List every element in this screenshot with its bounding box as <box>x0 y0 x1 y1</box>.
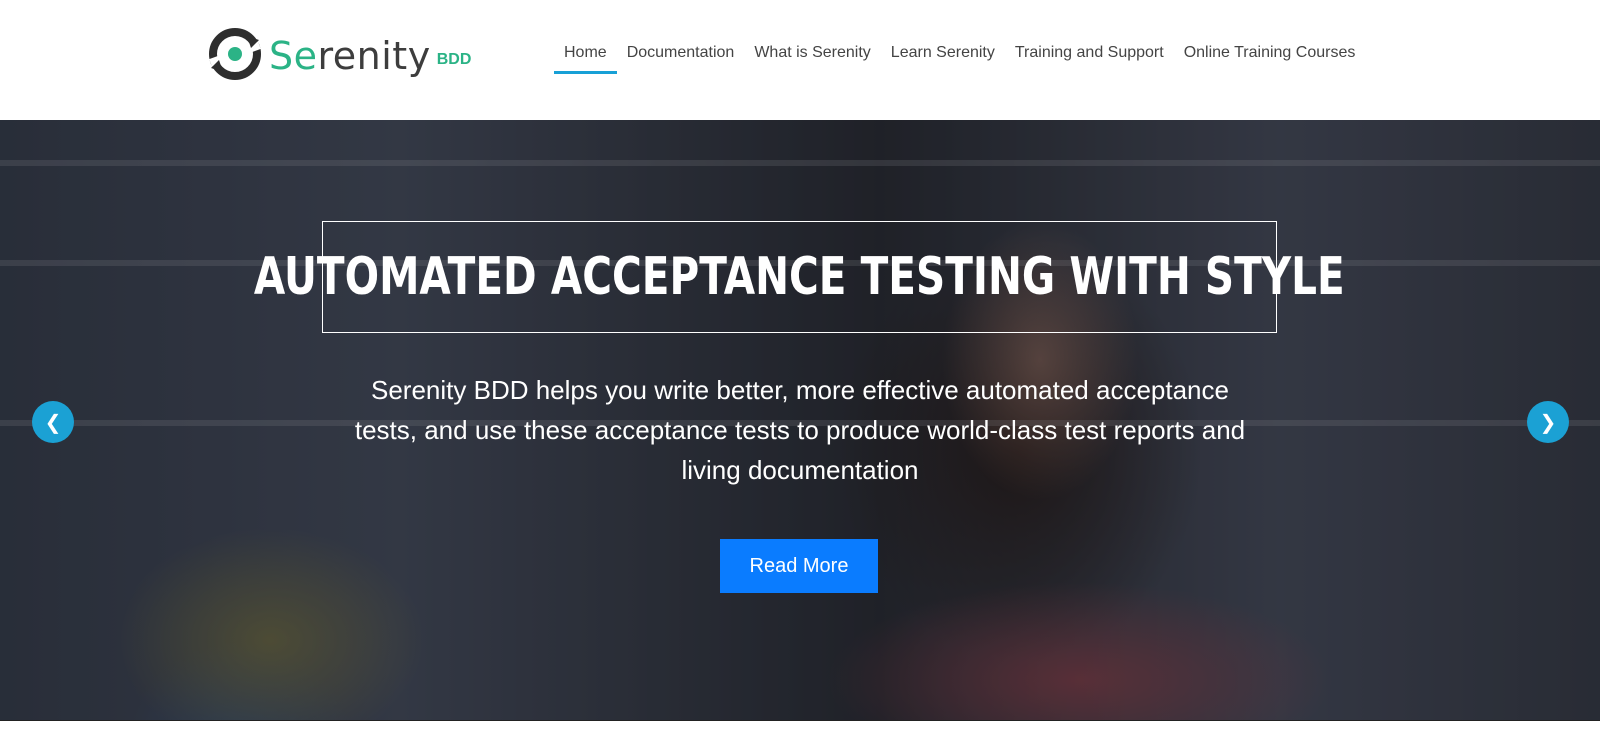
nav-item-home[interactable]: Home <box>554 40 617 74</box>
slider-prev-button[interactable]: ❮ <box>32 401 74 443</box>
serenity-logo-icon <box>209 28 261 80</box>
chevron-left-icon: ❮ <box>44 411 62 434</box>
chevron-right-icon: ❯ <box>1539 411 1557 434</box>
read-more-button[interactable]: Read More <box>720 539 878 593</box>
logo-wordmark: Serenity <box>269 34 431 78</box>
main-nav: Home Documentation What is Serenity Lear… <box>554 40 1365 74</box>
serenity-logo[interactable]: Serenity BDD <box>207 26 471 82</box>
nav-item-online-training-courses[interactable]: Online Training Courses <box>1174 40 1366 74</box>
hero-subtitle: Serenity BDD helps you write better, mor… <box>354 375 1246 485</box>
logo-wordmark-accent: Se <box>269 34 318 78</box>
site-header: Serenity BDD Home Documentation What is … <box>0 0 1600 120</box>
hero-title-box: Automated Acceptance Testing With Style <box>254 221 1345 333</box>
logo-wordmark-rest: renity <box>317 34 431 78</box>
nav-item-documentation[interactable]: Documentation <box>617 40 745 74</box>
hero-slider: Automated Acceptance Testing With Style … <box>0 120 1600 720</box>
page-content-start <box>0 720 1600 750</box>
nav-item-training-and-support[interactable]: Training and Support <box>1005 40 1174 74</box>
logo-bdd-suffix: BDD <box>436 51 472 68</box>
nav-item-learn-serenity[interactable]: Learn Serenity <box>881 40 1005 74</box>
hero-title: Automated Acceptance Testing With Style <box>254 247 1345 307</box>
slider-next-button[interactable]: ❯ <box>1527 401 1569 443</box>
nav-item-what-is-serenity[interactable]: What is Serenity <box>744 40 880 74</box>
